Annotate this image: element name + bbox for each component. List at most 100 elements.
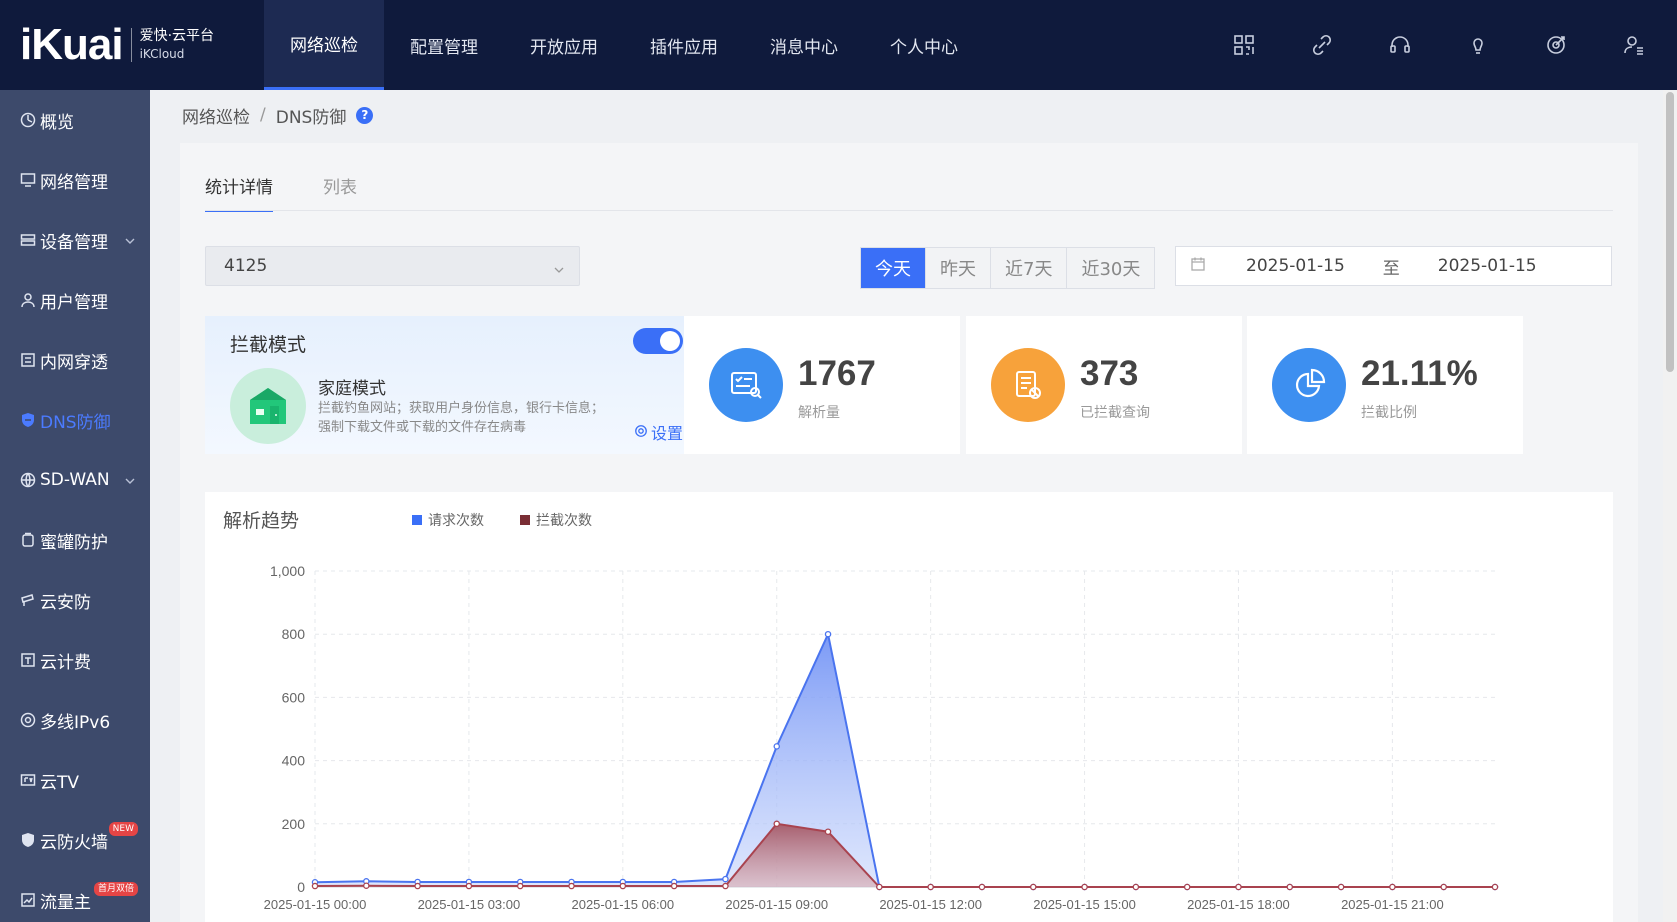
- dashboard-icon: [18, 110, 38, 130]
- breadcrumb-separator: /: [260, 105, 266, 125]
- data-point: [1286, 883, 1294, 891]
- period-today-button[interactable]: 今天: [861, 248, 926, 288]
- sidebar-item-ipv6[interactable]: 多线IPv6: [0, 690, 150, 750]
- x-tick-label: 2025-01-15 21:00: [1341, 897, 1444, 912]
- data-point: [824, 828, 832, 835]
- sidebar-item-dns-defense[interactable]: DNS防御: [0, 390, 150, 450]
- mode-setting-link[interactable]: 设置: [634, 420, 683, 444]
- sidebar-item-traffic[interactable]: 流量主 首月双倍: [0, 870, 150, 922]
- sidebar-item-label: 蜜罐防护: [40, 532, 108, 553]
- sidebar-item-users[interactable]: 用户管理: [0, 270, 150, 330]
- headset-icon[interactable]: [1387, 32, 1413, 58]
- data-point: [619, 882, 627, 890]
- nav-message-center[interactable]: 消息中心: [744, 0, 864, 90]
- x-tick-label: 2025-01-15 00:00: [264, 897, 367, 912]
- bulb-icon[interactable]: [1465, 32, 1491, 58]
- qrcode-icon[interactable]: [1231, 32, 1257, 58]
- globe-icon: [18, 470, 38, 490]
- camera-icon: [18, 590, 38, 610]
- sidebar-item-tunnel[interactable]: 内网穿透: [0, 330, 150, 390]
- intercept-toggle[interactable]: [633, 328, 683, 354]
- scrollbar-thumb[interactable]: [1666, 92, 1674, 372]
- sidebar-item-sdwan[interactable]: SD-WAN: [0, 450, 150, 510]
- date-end[interactable]: 2025-01-15: [1438, 256, 1537, 276]
- logo[interactable]: iKuai 爱快·云平台 iKCloud: [0, 0, 264, 90]
- data-point: [722, 875, 729, 883]
- sidebar-item-devices[interactable]: 设备管理: [0, 210, 150, 270]
- sidebar-item-label: 云安防: [40, 592, 91, 613]
- series-area: [315, 823, 1495, 887]
- nav-personal-center[interactable]: 个人中心: [864, 0, 984, 90]
- sidebar-item-label: 多线IPv6: [40, 712, 111, 733]
- page-scrollbar[interactable]: [1663, 90, 1677, 922]
- data-point: [1235, 883, 1242, 891]
- data-point: [773, 743, 780, 750]
- data-point: [465, 882, 473, 890]
- calendar-icon: [1190, 256, 1206, 277]
- sidebar-item-label: 设备管理: [40, 232, 108, 253]
- logo-brand: iKuai: [20, 20, 124, 69]
- date-range-picker[interactable]: 2025-01-15 至 2025-01-15: [1175, 246, 1612, 286]
- sidebar-item-overview[interactable]: 概览: [0, 90, 150, 150]
- billing-icon: [18, 650, 38, 670]
- sidebar-item-cloud-security[interactable]: 云安防: [0, 570, 150, 630]
- link-icon[interactable]: [1309, 32, 1335, 58]
- stat-value: 1767: [798, 354, 876, 393]
- data-point: [1081, 883, 1088, 891]
- device-select-value: 4125: [224, 256, 268, 276]
- data-point: [1491, 883, 1499, 891]
- period-7days-button[interactable]: 近7天: [991, 248, 1068, 288]
- stat-value: 21.11%: [1361, 354, 1478, 393]
- breadcrumb-current: DNS防御: [275, 107, 347, 128]
- date-range-separator: 至: [1382, 258, 1400, 279]
- intercept-mode-card: 拦截模式 家庭模式 拦截钓鱼网站；获取用户身份信息，银行卡信息； 强制下载文件或…: [205, 316, 708, 454]
- chevron-down-icon: [553, 261, 565, 281]
- sidebar-item-label: 用户管理: [40, 292, 108, 313]
- breadcrumb: 网络巡检 / DNS防御 ?: [182, 100, 374, 130]
- sidebar-item-label: 网络管理: [40, 172, 108, 193]
- tabs-divider: [205, 210, 1613, 211]
- period-yesterday-button[interactable]: 昨天: [926, 248, 991, 288]
- main-nav: 网络巡检 配置管理 开放应用 插件应用 消息中心 个人中心: [264, 0, 984, 90]
- user-list-icon[interactable]: [1621, 32, 1647, 58]
- data-point: [1337, 883, 1345, 891]
- nav-network-inspection[interactable]: 网络巡检: [264, 0, 384, 90]
- mode-name: 家庭模式: [318, 379, 386, 399]
- new-badge: NEW: [108, 822, 138, 836]
- sidebar-item-label: 流量主: [40, 892, 91, 913]
- ipv6-icon: [18, 710, 38, 730]
- stat-card-ratio: 21.11% 拦截比例: [1247, 316, 1523, 454]
- mode-setting-label: 设置: [650, 424, 683, 443]
- data-point: [516, 882, 524, 890]
- x-tick-label: 2025-01-15 18:00: [1187, 897, 1290, 912]
- data-point: [670, 882, 678, 890]
- target-icon[interactable]: [1543, 32, 1569, 58]
- x-tick-label: 2025-01-15 12:00: [879, 897, 982, 912]
- sidebar-item-label: SD-WAN: [40, 470, 110, 490]
- y-tick-label: 400: [282, 753, 306, 769]
- period-30days-button[interactable]: 近30天: [1067, 248, 1154, 288]
- sidebar-item-network[interactable]: 网络管理: [0, 150, 150, 210]
- tab-list[interactable]: 列表: [323, 173, 357, 212]
- breadcrumb-parent[interactable]: 网络巡检: [182, 103, 250, 128]
- user-icon: [18, 290, 38, 310]
- data-point: [1030, 883, 1037, 891]
- nav-plugin-apps[interactable]: 插件应用: [624, 0, 744, 90]
- nav-open-apps[interactable]: 开放应用: [504, 0, 624, 90]
- sidebar-item-cloud-firewall[interactable]: 云防火墙 NEW: [0, 810, 150, 870]
- stat-card-queries: 1767 解析量: [684, 316, 960, 454]
- top-toolbar: [1231, 0, 1647, 90]
- sidebar-item-cloud-tv[interactable]: 云TV: [0, 750, 150, 810]
- device-icon: [18, 230, 38, 250]
- y-tick-label: 200: [282, 816, 306, 832]
- help-icon[interactable]: ?: [356, 106, 374, 124]
- stat-label: 拦截比例: [1361, 405, 1417, 421]
- device-select[interactable]: 4125: [205, 246, 580, 286]
- date-start[interactable]: 2025-01-15: [1246, 256, 1345, 276]
- nav-config-management[interactable]: 配置管理: [384, 0, 504, 90]
- sidebar-item-honeypot[interactable]: 蜜罐防护: [0, 510, 150, 570]
- logo-en-text: iKCloud: [139, 47, 185, 61]
- sidebar-item-cloud-billing[interactable]: 云计费: [0, 630, 150, 690]
- tab-statistics[interactable]: 统计详情: [205, 173, 273, 212]
- stat-label: 解析量: [798, 405, 840, 421]
